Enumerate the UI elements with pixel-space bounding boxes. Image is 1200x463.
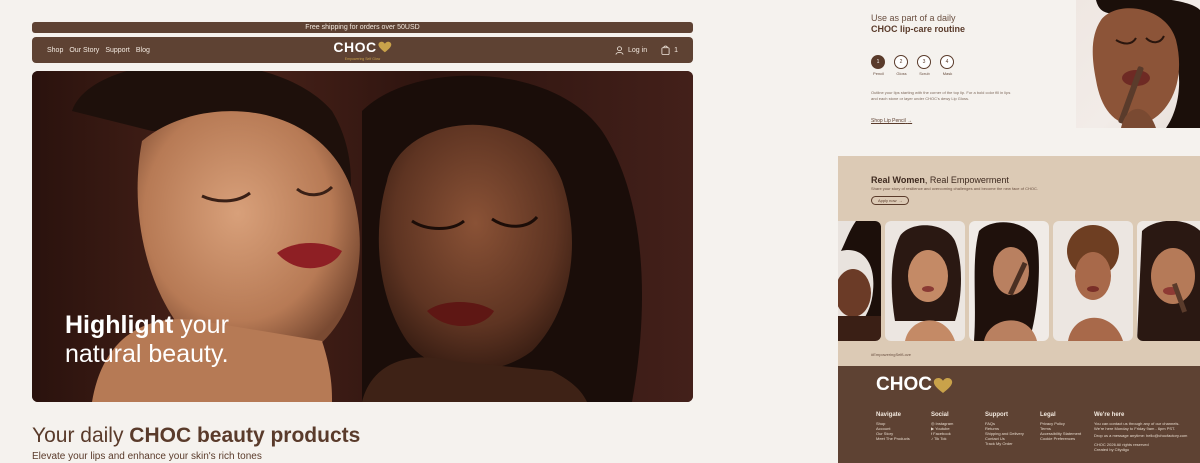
community-title-rest: , Real Empowerment <box>924 175 1009 185</box>
community-subtitle: Share your story of resilience and overc… <box>871 186 1038 191</box>
footer-col-legal: Legal Privacy Policy Terms Accessibility… <box>1040 412 1081 441</box>
community-carousel <box>838 221 1200 341</box>
step-label: Scrub <box>919 71 930 76</box>
products-subtitle: Elevate your lips and enhance your skin'… <box>32 451 262 462</box>
hero-headline-bold: Highlight <box>65 311 174 339</box>
routine-step: 1 Pencil <box>871 55 886 76</box>
hero-headline-rest: your <box>173 311 229 339</box>
footer-col-support: Support FAQs Returns Shipping and Delive… <box>985 412 1024 446</box>
nav-link-blog[interactable]: Blog <box>136 47 150 54</box>
community-hashtag: #EmpoweringSelfLove <box>871 352 912 357</box>
routine-step: 2 Gloss <box>894 55 909 76</box>
promo-banner: Free shipping for orders over 50USD <box>32 22 693 33</box>
community-photo-1[interactable] <box>838 221 881 341</box>
brand-tagline: Empowering Self Glow <box>344 57 381 61</box>
brand-name: CHOC <box>333 39 377 55</box>
community-title: Real Women, Real Empowerment <box>871 175 1009 185</box>
hero-headline-line2: natural beauty. <box>65 340 229 368</box>
step-button-mask[interactable]: 4 <box>940 55 954 69</box>
routine-title: CHOC lip-care routine <box>871 24 966 34</box>
routine-step: 3 Scrub <box>917 55 932 76</box>
shop-lip-pencil-link[interactable]: Shop Lip Pencil → <box>871 118 912 124</box>
step-button-pencil[interactable]: 1 <box>871 55 885 69</box>
footer-brand-name: CHOC <box>876 374 932 395</box>
gold-heart-icon <box>933 377 953 393</box>
footer-heading: Social <box>931 412 949 418</box>
footer-heading: We're here <box>1094 412 1125 418</box>
nav-actions: Log in 1 <box>615 45 678 55</box>
arrow-right-icon: → <box>898 198 903 203</box>
brand-logo[interactable]: CHOC Empowering Self Glow <box>333 39 392 62</box>
login-button[interactable]: Log in <box>615 45 648 55</box>
routine-intro: Use as part of a daily <box>871 13 956 23</box>
footer-logo[interactable]: CHOC <box>876 374 953 396</box>
community-photo-4[interactable] <box>1053 221 1133 341</box>
nav-link-our-story[interactable]: Our Story <box>69 47 99 54</box>
step-label: Gloss <box>896 71 907 76</box>
community-photo-3[interactable] <box>969 221 1049 341</box>
apply-now-button[interactable]: Apply now → <box>871 196 910 205</box>
promo-text: Free shipping for orders over 50USD <box>305 24 420 31</box>
step-label: Pencil <box>873 71 884 76</box>
shopping-bag-icon <box>661 45 670 55</box>
community-section: Real Women, Real Empowerment Share your … <box>838 156 1200 368</box>
footer-contact-line: We're here Monday to Friday 9am - 6pm PS… <box>1094 426 1176 431</box>
community-photo-2[interactable] <box>885 221 965 341</box>
site-footer: CHOC Navigate Shop Account Our Story Mee… <box>838 366 1200 463</box>
footer-heading: Navigate <box>876 412 902 418</box>
routine-step: 4 Mask <box>940 55 955 76</box>
footer-col-navigate: Navigate Shop Account Our Story Meet The… <box>876 412 910 441</box>
lip-pencil-photo <box>1076 0 1200 128</box>
step-button-scrub[interactable]: 3 <box>917 55 931 69</box>
footer-col-social: Social ◎ Instagram ▶ Youtube f Facebook ♪ Ti… <box>931 412 953 441</box>
footer-link[interactable]: Meet The Products <box>876 436 910 441</box>
routine-description: Outline your lips starting with the corn… <box>871 90 1011 101</box>
footer-link-label: Tik Tok <box>934 436 947 441</box>
cart-count: 1 <box>674 46 678 54</box>
nav-links: Shop Our Story Support Blog <box>47 47 150 54</box>
products-title-bold: CHOC beauty products <box>129 424 361 447</box>
hero-headline: Highlight your natural beauty. <box>65 311 229 369</box>
main-navbar: Shop Our Story Support Blog CHOC Empower… <box>32 37 693 63</box>
hero-banner: Highlight your natural beauty. <box>32 71 693 402</box>
step-button-gloss[interactable]: 2 <box>894 55 908 69</box>
cart-button[interactable]: 1 <box>661 45 678 55</box>
footer-credit[interactable]: Created by Citydigo <box>1094 447 1198 452</box>
products-title-prefix: Your daily <box>32 424 130 447</box>
community-title-bold: Real Women <box>871 175 925 185</box>
step-label: Mask <box>942 71 953 76</box>
login-label: Log in <box>628 46 648 54</box>
footer-col-contact: We're here You can contact us through an… <box>1094 412 1198 452</box>
products-title: Your daily CHOC beauty products <box>32 424 360 448</box>
nav-link-support[interactable]: Support <box>105 47 130 54</box>
footer-link[interactable]: Track My Order <box>985 441 1024 446</box>
community-photo-5[interactable] <box>1137 221 1200 341</box>
footer-heading: Legal <box>1040 412 1056 418</box>
footer-link[interactable]: Cookie Preferences <box>1040 436 1081 441</box>
footer-contact-email[interactable]: Drop us a message anytime: hello@chocfac… <box>1094 433 1198 438</box>
arrow-right-icon: → <box>907 118 913 124</box>
tiktok-icon: ♪ <box>931 436 933 441</box>
nav-link-shop[interactable]: Shop <box>47 47 63 54</box>
footer-heading: Support <box>985 412 1008 418</box>
gold-heart-icon <box>378 41 392 53</box>
shop-link-label: Shop Lip Pencil <box>871 118 906 124</box>
apply-now-label: Apply now <box>878 198 897 203</box>
footer-link-tiktok[interactable]: ♪ Tik Tok <box>931 436 953 441</box>
lip-pencil-model-image <box>1092 0 1200 128</box>
user-icon <box>615 45 624 55</box>
routine-steps: 1 Pencil 2 Gloss 3 Scrub 4 Mask <box>871 55 955 76</box>
